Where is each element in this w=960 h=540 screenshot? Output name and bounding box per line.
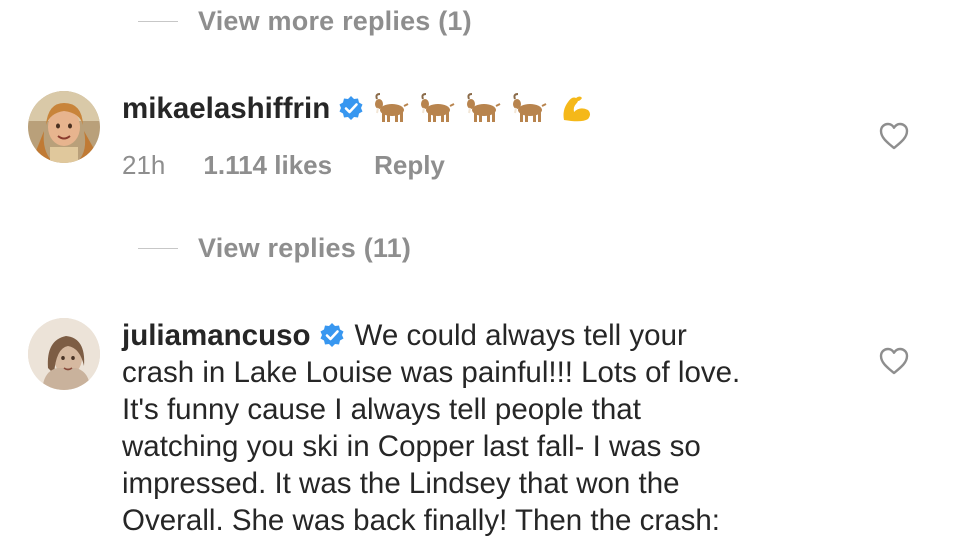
view-replies-button[interactable]: View replies (11) xyxy=(138,233,411,264)
view-more-replies-button[interactable]: View more replies (1) xyxy=(138,6,472,37)
comment-timestamp: 21h xyxy=(122,150,166,180)
view-more-replies-label: View more replies (1) xyxy=(198,6,472,36)
heart-outline-icon[interactable] xyxy=(878,346,910,376)
comment-juliamancuso: juliamancuso We could always tell your c… xyxy=(122,317,862,539)
goat-emoji xyxy=(466,92,502,124)
comment-username[interactable]: mikaelashiffrin xyxy=(122,92,330,125)
comment-text-line: Overall. She was back finally! Then the … xyxy=(122,504,720,537)
comment-likes-count[interactable]: 1.114 likes xyxy=(203,150,332,181)
goat-emoji xyxy=(374,92,410,124)
reply-divider-line xyxy=(138,248,178,249)
goat-emoji xyxy=(512,92,548,124)
reply-button[interactable]: Reply xyxy=(374,150,445,181)
comment-text-line: crash in Lake Louise was painful!!! Lots… xyxy=(122,356,741,389)
reply-divider-line xyxy=(138,21,178,22)
comment-text-line: watching you ski in Copper last fall- I … xyxy=(122,430,701,463)
avatar-photo xyxy=(28,91,100,163)
comment-username[interactable]: juliamancuso xyxy=(122,319,311,352)
flexed-biceps-emoji xyxy=(558,92,594,124)
comment-text-line: It's funny cause I always tell people th… xyxy=(122,393,641,426)
comment-line: juliamancuso We could always tell your xyxy=(122,317,862,354)
comment-meta-mikaelashiffrin: 21h 1.114 likes Reply xyxy=(122,150,445,181)
avatar-mikaelashiffrin[interactable] xyxy=(28,91,100,163)
comment-text-line: We could always tell your xyxy=(354,319,687,352)
view-replies-label: View replies (11) xyxy=(198,233,412,263)
goat-emoji xyxy=(420,92,456,124)
verified-badge-icon xyxy=(338,95,364,121)
verified-badge-icon xyxy=(319,322,345,348)
comment-text-line: impressed. It was the Lindsey that won t… xyxy=(122,467,680,500)
comment-emojis xyxy=(374,92,594,124)
avatar-juliamancuso[interactable] xyxy=(28,318,100,390)
heart-outline-icon[interactable] xyxy=(878,121,910,151)
comment-mikaelashiffrin: mikaelashiffrin xyxy=(122,90,862,127)
avatar-photo xyxy=(28,318,100,390)
